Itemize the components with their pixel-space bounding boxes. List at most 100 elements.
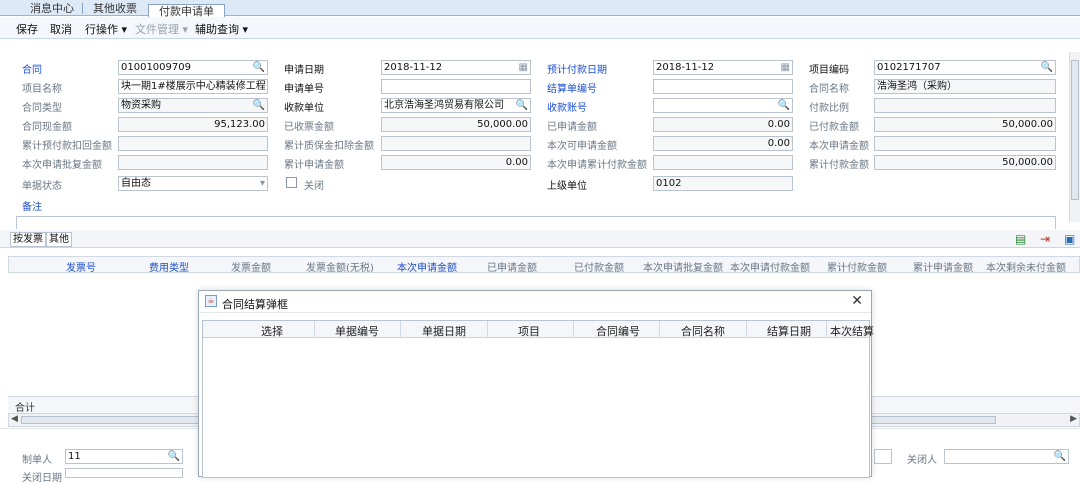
calendar-icon[interactable]: ▦ xyxy=(519,61,528,74)
can-apply-value: 0.00 xyxy=(767,138,790,149)
scroll-left-icon[interactable]: ◀ xyxy=(11,414,18,424)
dlg-col-select[interactable]: 选择 xyxy=(261,323,283,339)
tab-divider xyxy=(82,3,83,14)
col-paid-amount[interactable]: 已付款金额 xyxy=(574,259,624,274)
prepay-deduct-label: 累计预付款扣回金额 xyxy=(22,141,112,152)
file-management-menu[interactable]: 文件管理 ▾ xyxy=(135,21,188,37)
col-cum-applied[interactable]: 累计申请金额 xyxy=(913,259,973,274)
this-apply-field xyxy=(874,136,1056,151)
apply-date-label: 申请日期 xyxy=(284,65,324,76)
search-icon[interactable]: 🔍 xyxy=(253,61,265,74)
contract-type-label: 合同类型 xyxy=(22,103,62,114)
settle-no-field[interactable] xyxy=(653,79,793,94)
dlg-col-project[interactable]: 项目 xyxy=(518,323,540,339)
tab-other[interactable]: 其他 xyxy=(46,232,72,247)
contract-field[interactable]: 01001009709 🔍 xyxy=(118,60,268,75)
payee-account-label: 收款账号 xyxy=(547,103,587,114)
dlg-col-settle-date[interactable]: 结算日期 xyxy=(767,323,811,339)
contract-settlement-dialog: ☕ 合同结算弹框 ✕ 选择 单据编号 单据日期 项目 合同编号 合同名称 结算日… xyxy=(198,290,874,478)
dialog-grid[interactable]: 选择 单据编号 单据日期 项目 合同编号 合同名称 结算日期 本次结算 xyxy=(202,320,874,478)
deposit-deduct-field xyxy=(381,136,531,151)
dialog-grid-header: 选择 单据编号 单据日期 项目 合同编号 合同名称 结算日期 本次结算 xyxy=(203,321,874,339)
dlg-col-contract-no[interactable]: 合同编号 xyxy=(596,323,640,339)
apply-date-field[interactable]: 2018-11-12 ▦ xyxy=(381,60,531,75)
project-name-field[interactable]: 块一期1#楼展示中心精装修工程 xyxy=(118,79,268,94)
col-applied-amount[interactable]: 已申请金额 xyxy=(487,259,537,274)
cum-apply-value: 0.00 xyxy=(505,157,528,168)
dlg-col-doc-no[interactable]: 单据编号 xyxy=(335,323,379,339)
approve-label: 本次申请批复金额 xyxy=(22,160,102,171)
payee-label: 收款单位 xyxy=(284,103,324,114)
search-icon[interactable]: 🔍 xyxy=(778,99,790,112)
plan-pay-date-field[interactable]: 2018-11-12 ▦ xyxy=(653,60,793,75)
status-select[interactable]: 自由态 ▾ xyxy=(118,176,268,191)
status-value: 自由态 xyxy=(121,178,151,189)
column-divider xyxy=(826,321,827,338)
search-icon[interactable]: 🔍 xyxy=(1054,450,1066,463)
col-invoice-amount[interactable]: 发票金额 xyxy=(231,259,271,274)
tab-by-invoice[interactable]: 按发票 xyxy=(10,232,46,247)
creator-field[interactable]: 11 🔍 xyxy=(65,449,183,464)
approve-field xyxy=(118,155,268,170)
scrollbar-thumb[interactable] xyxy=(1071,60,1079,200)
col-invoice-amount-notax[interactable]: 发票金额(无税) xyxy=(306,259,374,274)
auxiliary-query-menu[interactable]: 辅助查询 ▾ xyxy=(195,21,248,37)
parent-unit-value: 0102 xyxy=(656,178,682,189)
payee-value: 北京浩海圣鸿贸易有限公司 xyxy=(384,100,504,111)
col-invoice-no[interactable]: 发票号 xyxy=(66,259,96,274)
applied-field: 0.00 xyxy=(653,117,793,132)
footer-field[interactable] xyxy=(874,449,892,464)
deposit-deduct-label: 累计质保金扣除金额 xyxy=(284,141,374,152)
payee-field[interactable]: 北京浩海圣鸿贸易有限公司 🔍 xyxy=(381,98,531,113)
col-approve-amount[interactable]: 本次申请批复金额 xyxy=(643,259,723,274)
excel-icon[interactable]: ▤ xyxy=(1015,232,1026,246)
col-apply-pay-amount[interactable]: 本次申请付款金额 xyxy=(730,259,810,274)
search-icon[interactable]: 🔍 xyxy=(1041,61,1053,74)
closer-field[interactable]: 🔍 xyxy=(944,449,1069,464)
column-divider xyxy=(400,321,401,338)
column-divider xyxy=(314,321,315,338)
contract-name-field: 浩海圣鸿（采购） xyxy=(874,79,1056,94)
col-fee-type[interactable]: 费用类型 xyxy=(149,259,189,274)
apply-no-field[interactable] xyxy=(381,79,531,94)
maximize-icon[interactable]: ▣ xyxy=(1064,232,1075,246)
creator-value: 11 xyxy=(68,451,81,462)
col-remaining-unpaid[interactable]: 本次剩余未付金额 xyxy=(986,259,1066,274)
export-icon[interactable]: ⇥ xyxy=(1040,232,1050,246)
tab-message-center[interactable]: 消息中心 xyxy=(30,2,74,16)
tab-other-invoice[interactable]: 其他收票 xyxy=(93,2,137,16)
contract-amount-field: 95,123.00 xyxy=(118,117,268,132)
cancel-button[interactable]: 取消 xyxy=(50,21,72,37)
invoiced-label: 已收票金额 xyxy=(284,122,334,133)
row-operations-menu[interactable]: 行操作 ▾ xyxy=(85,21,127,37)
calendar-icon[interactable]: ▦ xyxy=(781,61,790,74)
search-icon[interactable]: 🔍 xyxy=(168,450,180,463)
search-icon: 🔍 xyxy=(252,100,265,111)
dropdown-icon[interactable]: ▾ xyxy=(260,177,265,190)
payee-account-field[interactable]: 🔍 xyxy=(653,98,793,113)
invoiced-value: 50,000.00 xyxy=(477,119,528,130)
col-this-apply-amount[interactable]: 本次申请金额 xyxy=(397,259,457,274)
scroll-right-icon[interactable]: ▶ xyxy=(1070,414,1077,424)
contract-value: 01001009709 xyxy=(121,62,191,73)
paid-label: 已付款金额 xyxy=(809,122,859,133)
project-code-field[interactable]: 0102171707 🔍 xyxy=(874,60,1056,75)
dialog-title-bar[interactable]: ☕ 合同结算弹框 ✕ xyxy=(199,291,871,313)
dlg-col-this-settle[interactable]: 本次结算 xyxy=(830,323,874,339)
dlg-col-contract-name[interactable]: 合同名称 xyxy=(681,323,725,339)
col-cum-paid[interactable]: 累计付款金额 xyxy=(827,259,887,274)
save-button[interactable]: 保存 xyxy=(16,21,38,37)
column-divider xyxy=(573,321,574,338)
contract-type-value: 物资采购 xyxy=(121,100,161,111)
form-vertical-scrollbar[interactable] xyxy=(1069,52,1080,222)
close-icon[interactable]: ✕ xyxy=(851,293,863,309)
dlg-col-doc-date[interactable]: 单据日期 xyxy=(422,323,466,339)
tab-payment-request[interactable]: 付款申请单 xyxy=(148,4,225,18)
close-checkbox[interactable] xyxy=(286,177,297,188)
contract-name-label: 合同名称 xyxy=(809,84,849,95)
remark-textarea[interactable] xyxy=(16,216,1056,229)
search-icon[interactable]: 🔍 xyxy=(516,99,528,112)
creator-label: 制单人 xyxy=(22,455,52,466)
applied-value: 0.00 xyxy=(767,119,790,130)
remark-label: 备注 xyxy=(22,202,42,213)
